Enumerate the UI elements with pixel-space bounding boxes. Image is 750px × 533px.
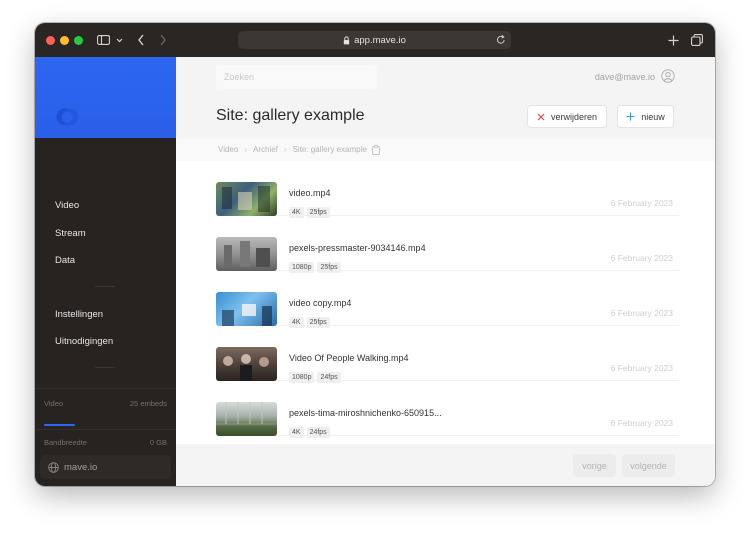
new-label: nieuw — [641, 111, 665, 122]
browser-toolbar: app.mave.io — [35, 23, 715, 57]
close-window-button[interactable] — [46, 36, 55, 45]
next-page-button[interactable]: volgende — [622, 454, 675, 477]
back-icon[interactable] — [135, 23, 147, 57]
delete-button[interactable]: verwijderen — [527, 105, 607, 128]
forward-icon[interactable] — [157, 23, 169, 57]
previous-page-button[interactable]: vorige — [573, 454, 616, 477]
video-filename[interactable]: video.mp4 — [289, 188, 331, 198]
main-content: Zoeken dave@mave.io Site: gallery exampl… — [176, 57, 715, 486]
user-avatar-icon[interactable] — [661, 69, 675, 83]
browser-window: app.mave.io Video Stream Data Instelling… — [35, 23, 715, 486]
breadcrumb: Video › Archief › Site: gallery example — [176, 138, 715, 161]
video-filename[interactable]: video copy.mp4 — [289, 298, 351, 308]
pagination: vorige volgende — [176, 444, 715, 486]
reload-icon[interactable] — [496, 34, 506, 45]
video-thumbnail[interactable] — [216, 182, 277, 216]
video-tags: 4K 24fps — [289, 427, 333, 438]
video-thumbnail[interactable] — [216, 347, 277, 381]
chevron-down-icon[interactable] — [115, 23, 123, 57]
page-title: Site: gallery example — [216, 107, 365, 124]
plus-icon — [626, 112, 635, 121]
stat-value: 0 GB — [149, 438, 167, 447]
resolution-badge: 4K — [289, 427, 304, 438]
new-tab-icon[interactable] — [667, 23, 679, 57]
sidebar-toggle-icon[interactable] — [96, 23, 110, 57]
new-button[interactable]: nieuw — [617, 105, 674, 128]
list-item[interactable]: video.mp4 4K 25fps 6 February 2023 — [216, 161, 679, 218]
site-link[interactable]: mave.io — [40, 455, 171, 479]
zoom-window-button[interactable] — [74, 36, 83, 45]
nav-divider — [95, 367, 115, 368]
stat-label: Video — [44, 399, 64, 408]
video-filename[interactable]: pexels-pressmaster-9034146.mp4 — [289, 243, 426, 253]
video-date: 6 February 2023 — [610, 363, 673, 373]
video-date: 6 February 2023 — [610, 418, 673, 428]
stat-value: 25 embeds — [129, 399, 167, 408]
stats-divider — [35, 388, 176, 389]
video-date: 6 February 2023 — [610, 308, 673, 318]
nav-item-uitnodigingen[interactable]: Uitnodigingen — [55, 336, 113, 347]
video-thumbnail[interactable] — [216, 237, 277, 271]
stat-label: Bandbreedte — [44, 438, 87, 447]
copy-icon[interactable] — [371, 144, 380, 155]
video-filename[interactable]: Video Of People Walking.mp4 — [289, 353, 409, 363]
tab-overview-icon[interactable] — [690, 23, 704, 57]
list-item[interactable]: pexels-tima-miroshnichenko-650915... 4K … — [216, 381, 679, 438]
brand-header — [35, 57, 176, 138]
video-date: 6 February 2023 — [610, 253, 673, 263]
delete-label: verwijderen — [550, 111, 598, 122]
stat-bandwidth: Bandbreedte 0 GB — [44, 438, 167, 447]
list-item[interactable]: pexels-pressmaster-9034146.mp4 1080p 25f… — [216, 216, 679, 273]
nav-item-stream[interactable]: Stream — [55, 228, 86, 239]
nav-item-video[interactable]: Video — [55, 200, 79, 211]
sidebar: Video Stream Data Instellingen Uitnodigi… — [35, 57, 176, 486]
breadcrumb-item-archief[interactable]: Archief — [253, 145, 278, 154]
nav-divider — [95, 286, 115, 287]
lock-icon — [343, 35, 350, 45]
close-icon — [537, 113, 545, 121]
site-name: mave.io — [64, 461, 98, 473]
breadcrumb-item-video[interactable]: Video — [218, 145, 238, 154]
breadcrumb-chevron-icon: › — [244, 145, 247, 154]
nav-item-data[interactable]: Data — [55, 255, 75, 266]
framerate-badge: 24fps — [306, 427, 330, 438]
stat-video: Video 25 embeds — [44, 399, 167, 408]
search-input[interactable]: Zoeken — [216, 65, 377, 89]
video-list: video.mp4 4K 25fps 6 February 2023 pexel… — [176, 161, 715, 444]
list-item[interactable]: video copy.mp4 4K 25fps 6 February 2023 — [216, 271, 679, 328]
minimize-window-button[interactable] — [60, 36, 69, 45]
video-thumbnail[interactable] — [216, 292, 277, 326]
video-date: 6 February 2023 — [610, 198, 673, 208]
breadcrumb-chevron-icon: › — [283, 145, 287, 154]
globe-icon — [48, 461, 59, 473]
video-filename[interactable]: pexels-tima-miroshnichenko-650915... — [289, 408, 442, 418]
list-item[interactable]: Video Of People Walking.mp4 1080p 24fps … — [216, 326, 679, 383]
video-thumbnail[interactable] — [216, 402, 277, 436]
mave-logo-icon[interactable] — [55, 105, 81, 134]
breadcrumb-item-current: Site: gallery example — [292, 145, 367, 154]
stats-divider — [35, 429, 176, 430]
address-bar[interactable]: app.mave.io — [238, 31, 511, 49]
user-email[interactable]: dave@mave.io — [595, 72, 655, 82]
nav-item-instellingen[interactable]: Instellingen — [55, 309, 103, 320]
usage-progress-bar — [44, 424, 75, 426]
url-text: app.mave.io — [354, 34, 406, 46]
